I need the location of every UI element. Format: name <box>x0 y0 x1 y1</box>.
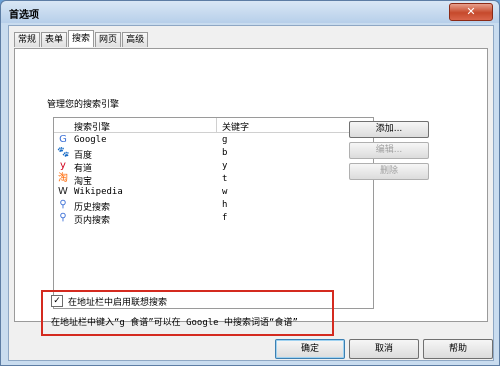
google-icon: G <box>59 134 67 145</box>
cancel-button[interactable]: 取消 <box>349 339 419 359</box>
engine-keyword: y <box>222 161 228 171</box>
help-button[interactable]: 帮助 <box>423 339 493 359</box>
window-title: 首选项 <box>9 10 39 21</box>
list-item[interactable]: 🐾 百度 b <box>54 147 373 161</box>
list-item[interactable]: G Google g <box>54 134 373 147</box>
tab-advanced[interactable]: 高级 <box>122 32 149 47</box>
ok-button[interactable]: 确定 <box>275 339 345 359</box>
dialog-client: 常规 表单 搜索 网页 高级 管理您的搜索引擎 搜索引擎 关键字 G Google… <box>8 25 494 361</box>
wikipedia-icon: W <box>58 186 68 197</box>
engine-keyword: f <box>222 213 228 223</box>
column-header-keyword[interactable]: 关键字 <box>222 120 249 133</box>
tab-forms[interactable]: 表单 <box>41 32 68 47</box>
delete-button[interactable]: 删除 <box>349 163 429 180</box>
list-item[interactable]: ⚲ 历史搜索 h <box>54 199 373 213</box>
engine-name: Wikipedia <box>74 187 123 197</box>
column-header-engine[interactable]: 搜索引擎 <box>74 120 110 133</box>
engine-keyword: t <box>222 174 228 184</box>
list-header: 搜索引擎 关键字 <box>54 118 373 133</box>
section-label: 管理您的搜索引擎 <box>47 100 120 110</box>
baidu-paw-icon: 🐾 <box>57 147 70 158</box>
engine-keyword: h <box>222 200 228 210</box>
youdao-icon: y <box>60 160 66 171</box>
add-button[interactable]: 添加... <box>349 121 429 138</box>
suggest-checkbox-label[interactable]: 在地址栏中启用联想搜索 <box>68 295 167 308</box>
tab-strip: 常规 表单 搜索 网页 高级 <box>14 30 149 48</box>
list-item[interactable]: y 有道 y <box>54 160 373 174</box>
engine-keyword: w <box>222 187 228 197</box>
suggest-checkbox[interactable]: ✓ <box>51 295 63 307</box>
engine-name: Google <box>74 135 107 145</box>
engine-keyword: b <box>222 148 228 158</box>
title-bar[interactable]: 首选项 ✕ <box>1 1 499 23</box>
engine-name: 页内搜索 <box>74 216 111 226</box>
magnifier-icon: ⚲ <box>59 212 67 223</box>
preferences-window: 首选项 ✕ 常规 表单 搜索 网页 高级 管理您的搜索引擎 搜索引擎 关键字 G… <box>0 0 500 366</box>
list-item[interactable]: W Wikipedia w <box>54 186 373 199</box>
search-panel: 管理您的搜索引擎 搜索引擎 关键字 G Google g 🐾 百度 b y 有道 y 淘淘宝 t W W… <box>14 48 488 336</box>
tab-general[interactable]: 常规 <box>14 32 41 47</box>
taobao-icon: 淘 <box>58 173 68 184</box>
list-item[interactable]: ⚲ 页内搜索 f <box>54 212 373 226</box>
close-button[interactable]: ✕ <box>449 3 493 21</box>
list-item[interactable]: 淘淘宝 t <box>54 173 373 187</box>
suggest-hint: 在地址栏中键入“g 食谱”可以在 Google 中搜索词语“食谱” <box>51 318 298 328</box>
tab-search[interactable]: 搜索 <box>68 30 95 47</box>
magnifier-icon: ⚲ <box>59 199 67 210</box>
engine-keyword: g <box>222 135 228 145</box>
search-engine-list[interactable]: 搜索引擎 关键字 G Google g 🐾 百度 b y 有道 y 淘淘宝 t W Wikipedia w… <box>53 117 374 309</box>
tab-webpages[interactable]: 网页 <box>95 32 122 47</box>
edit-button[interactable]: 编辑... <box>349 142 429 159</box>
column-divider[interactable] <box>216 118 217 132</box>
